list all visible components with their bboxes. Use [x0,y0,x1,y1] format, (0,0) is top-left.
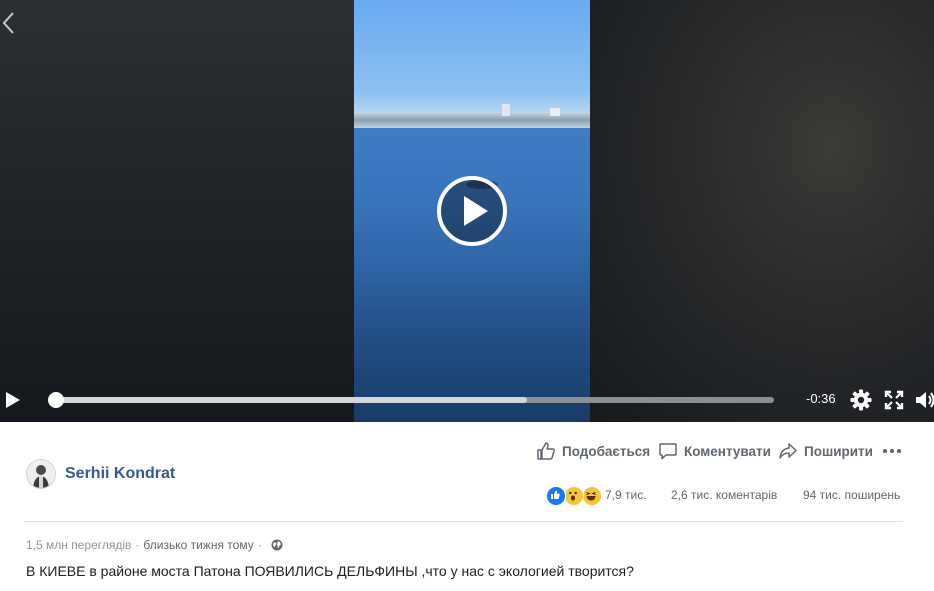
author-name[interactable]: Serhii Kondrat [65,465,175,483]
more-icon[interactable] [880,439,904,463]
comments-count[interactable]: 2,6 тис. коментарів [671,488,777,502]
haha-reaction-icon [582,486,602,506]
video-building [502,104,510,116]
share-label: Поширити [804,443,873,459]
back-chevron-icon[interactable] [0,10,20,36]
volume-icon[interactable] [914,389,934,411]
like-button[interactable]: Подобається [536,439,650,463]
progress-bar[interactable] [48,392,774,408]
comment-icon [659,443,677,460]
post-stats: 7,9 тис. 2,6 тис. коментарів 94 тис. пош… [546,486,906,506]
video-building [550,108,560,116]
share-button[interactable]: Поширити [778,439,873,463]
post-meta: 1,5 млн переглядів · близько тижня тому … [26,538,283,552]
like-label: Подобається [562,443,651,459]
reactions-count[interactable]: 7,9 тис. [605,488,647,502]
comment-button[interactable]: Коментувати [658,439,771,463]
time-remaining: -0:36 [806,391,836,406]
video-player[interactable]: -0:36 [0,0,934,422]
avatar[interactable] [26,459,56,489]
gear-icon[interactable] [849,388,873,412]
like-reaction-icon [546,486,566,506]
post-caption: В КИЕВЕ в районе моста Патона ПОЯВИЛИСЬ … [26,563,634,579]
progress-thumb[interactable] [48,392,64,408]
post-actions: Подобається Коментувати Поширити [534,439,904,463]
meta-separator: · [257,538,262,552]
reaction-icons[interactable] [546,486,602,506]
globe-icon [271,539,283,551]
progress-buffered [52,397,527,403]
like-icon [537,442,555,460]
play-icon[interactable] [4,390,22,410]
views-count: 1,5 млн переглядів [26,538,132,552]
post-date[interactable]: близько тижня тому [143,538,253,552]
shares-count[interactable]: 94 тис. поширень [803,488,900,502]
divider [24,521,902,522]
post-author: Serhii Kondrat [26,459,175,489]
meta-separator: · [135,538,140,552]
video-blur-background-right [590,0,934,422]
fullscreen-icon[interactable] [884,390,904,410]
play-circle-icon[interactable] [436,175,508,247]
video-blur-background-left [0,0,354,422]
wow-reaction-icon [564,486,584,506]
share-icon [779,443,797,459]
comment-label: Коментувати [684,443,771,459]
video-controls-bar: -0:36 [0,380,934,420]
